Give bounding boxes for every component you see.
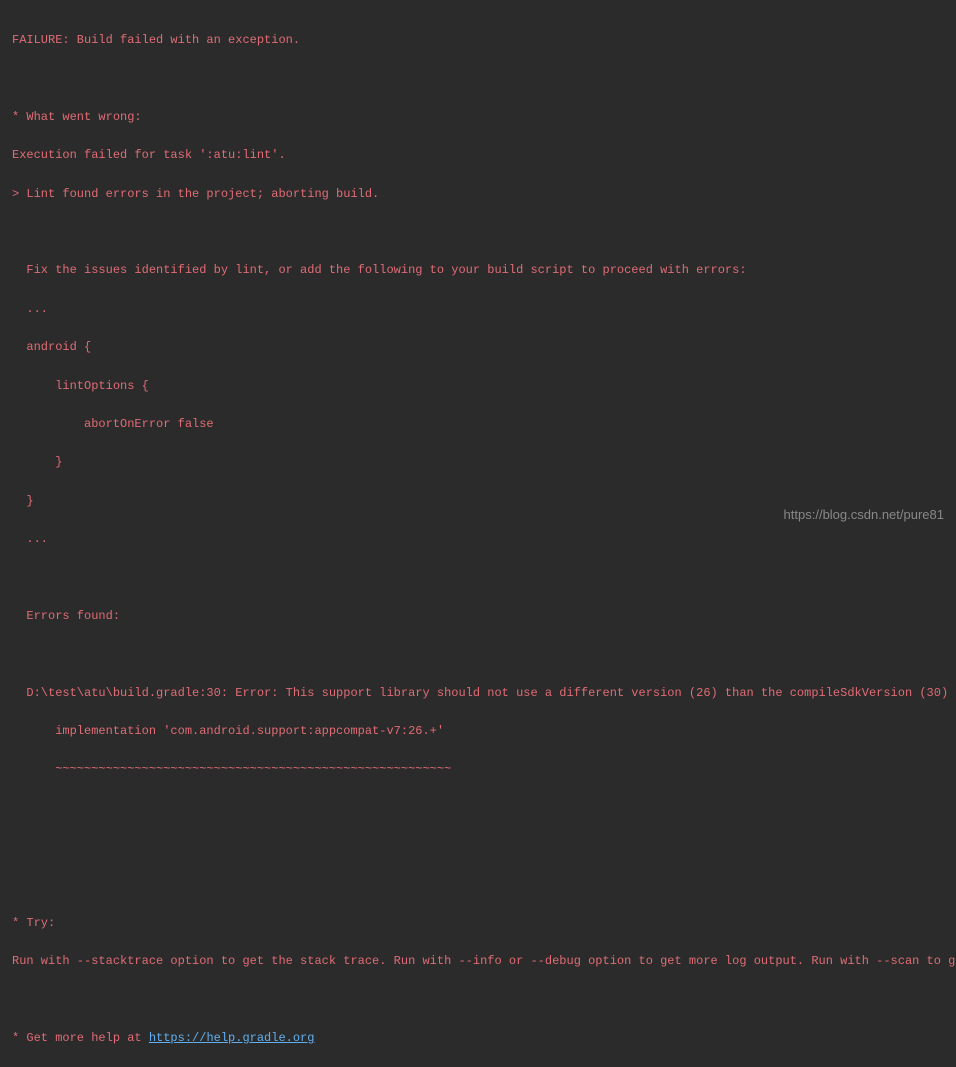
blank-line xyxy=(12,70,944,89)
exec-failed-line: Execution failed for task ':atu:lint'. xyxy=(12,146,944,165)
dots-line: ... xyxy=(12,300,944,319)
android-block-open: android { xyxy=(12,338,944,357)
get-help-label: * Get more help at xyxy=(12,1031,149,1045)
error-underline: ~~~~~~~~~~~~~~~~~~~~~~~~~~~~~~~~~~~~~~~~… xyxy=(12,760,944,779)
watermark-text: https://blog.csdn.net/pure81 xyxy=(784,505,944,526)
errors-found-header: Errors found: xyxy=(12,607,944,626)
dots-line: ... xyxy=(12,530,944,549)
blank-line xyxy=(12,223,944,242)
failure-line: FAILURE: Build failed with an exception. xyxy=(12,31,944,50)
what-wrong-header: * What went wrong: xyxy=(12,108,944,127)
fix-issues-line: Fix the issues identified by lint, or ad… xyxy=(12,261,944,280)
try-header: * Try: xyxy=(12,914,944,933)
blank-line xyxy=(12,799,944,818)
terminal-output: FAILURE: Build failed with an exception.… xyxy=(12,12,944,1067)
get-help-line: * Get more help at https://help.gradle.o… xyxy=(12,1029,944,1048)
lint-found-line: > Lint found errors in the project; abor… xyxy=(12,185,944,204)
run-with-line: Run with --stacktrace option to get the … xyxy=(12,952,944,971)
help-url-link[interactable]: https://help.gradle.org xyxy=(149,1031,315,1045)
blank-line xyxy=(12,875,944,894)
blank-line xyxy=(12,645,944,664)
close-brace-line: } xyxy=(12,453,944,472)
abort-on-error-line: abortOnError false xyxy=(12,415,944,434)
implementation-line: implementation 'com.android.support:appc… xyxy=(12,722,944,741)
blank-line xyxy=(12,991,944,1010)
blank-line xyxy=(12,837,944,856)
error-detail-line: D:\test\atu\build.gradle:30: Error: This… xyxy=(12,684,944,703)
blank-line xyxy=(12,568,944,587)
lint-options-open: lintOptions { xyxy=(12,377,944,396)
